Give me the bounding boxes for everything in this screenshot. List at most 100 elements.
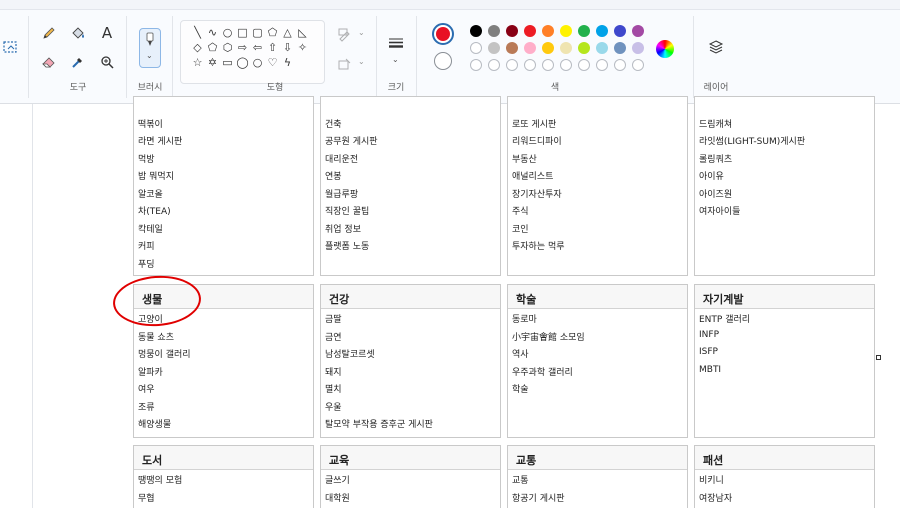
- board-link[interactable]: 우주과학 갤러리: [512, 365, 573, 378]
- heart-shape-icon[interactable]: ♡: [266, 56, 279, 69]
- color-swatch[interactable]: [560, 42, 572, 54]
- primary-color-selector[interactable]: [432, 23, 454, 45]
- board-link[interactable]: 여우: [138, 382, 155, 395]
- board-link[interactable]: 커피: [138, 239, 155, 252]
- custom-color-slot[interactable]: [506, 59, 518, 71]
- board-link[interactable]: 알코올: [138, 187, 163, 200]
- fill-icon[interactable]: [334, 53, 356, 75]
- color-swatch[interactable]: [506, 42, 518, 54]
- color-swatch[interactable]: [524, 25, 536, 37]
- color-swatch[interactable]: [614, 42, 626, 54]
- custom-color-slot[interactable]: [614, 59, 626, 71]
- color-swatch[interactable]: [596, 42, 608, 54]
- board-link[interactable]: 장기자산투자: [512, 187, 562, 200]
- fill-bucket-icon[interactable]: [67, 22, 89, 44]
- color-swatch[interactable]: [506, 25, 518, 37]
- board-link[interactable]: 칵테일: [138, 222, 163, 235]
- board-link[interactable]: 해양생물: [138, 417, 171, 430]
- stroke-size-icon[interactable]: [385, 32, 407, 54]
- board-link[interactable]: 부동산: [512, 152, 537, 165]
- board-link[interactable]: 로또 게시판: [512, 117, 556, 130]
- board-link[interactable]: ISFP: [699, 347, 718, 357]
- four-point-star-shape-icon[interactable]: ✧: [296, 41, 309, 54]
- board-link[interactable]: 여자아이들: [699, 204, 740, 217]
- board-link[interactable]: 학술: [512, 382, 529, 395]
- board-link[interactable]: 주식: [512, 204, 529, 217]
- curve-shape-icon[interactable]: ∿: [206, 26, 219, 39]
- custom-color-slot[interactable]: [596, 59, 608, 71]
- board-link[interactable]: 밥 뭐먹지: [138, 169, 174, 182]
- oval-shape-icon[interactable]: ○: [221, 26, 234, 39]
- color-swatch[interactable]: [614, 25, 626, 37]
- board-link[interactable]: 알파카: [138, 365, 163, 378]
- custom-color-slot[interactable]: [632, 59, 644, 71]
- color-swatch[interactable]: [632, 42, 644, 54]
- board-link[interactable]: 땡땡의 모험: [138, 473, 182, 486]
- color-swatch[interactable]: [596, 25, 608, 37]
- board-link[interactable]: 아이즈원: [699, 187, 732, 200]
- board-link[interactable]: 동물 쇼츠: [138, 330, 174, 343]
- board-link[interactable]: 교통: [512, 473, 529, 486]
- custom-color-slot[interactable]: [542, 59, 554, 71]
- board-link[interactable]: 드림캐쳐: [699, 117, 732, 130]
- board-link[interactable]: 아이유: [699, 169, 724, 182]
- line-shape-icon[interactable]: ╲: [191, 26, 204, 39]
- right-arrow-shape-icon[interactable]: ⇨: [236, 41, 249, 54]
- color-swatch[interactable]: [632, 25, 644, 37]
- board-link[interactable]: 라잇썸(LIGHT-SUM)게시판: [699, 134, 805, 147]
- board-link[interactable]: 애널리스트: [512, 169, 553, 182]
- board-link[interactable]: 무협: [138, 491, 155, 504]
- fill-dropdown-icon[interactable]: ⌄: [358, 57, 365, 66]
- color-swatch[interactable]: [488, 25, 500, 37]
- layers-icon[interactable]: [705, 36, 727, 58]
- board-link[interactable]: 역사: [512, 347, 529, 360]
- resize-handle[interactable]: [876, 355, 881, 360]
- board-link[interactable]: 건축: [325, 117, 342, 130]
- brush-button[interactable]: ⌄: [139, 28, 161, 68]
- custom-color-slot[interactable]: [488, 59, 500, 71]
- board-link[interactable]: 돼지: [325, 365, 342, 378]
- color-swatch[interactable]: [560, 25, 572, 37]
- custom-color-slot[interactable]: [578, 59, 590, 71]
- board-link[interactable]: 먹방: [138, 152, 155, 165]
- color-swatch[interactable]: [542, 25, 554, 37]
- board-link[interactable]: 플랫폼 노동: [325, 239, 369, 252]
- board-link[interactable]: 취업 정보: [325, 222, 361, 235]
- custom-color-slot[interactable]: [524, 59, 536, 71]
- polygon-shape-icon[interactable]: ⬠: [266, 26, 279, 39]
- five-point-star-shape-icon[interactable]: ☆: [191, 56, 204, 69]
- brush-dropdown-icon[interactable]: ⌄: [146, 51, 153, 60]
- lightning-shape-icon[interactable]: ϟ: [281, 56, 294, 69]
- board-link[interactable]: 롤링쿼츠: [699, 152, 732, 165]
- board-link[interactable]: 대리운전: [325, 152, 358, 165]
- board-link[interactable]: 멸치: [325, 382, 342, 395]
- color-swatch[interactable]: [488, 42, 500, 54]
- board-link[interactable]: 글쓰기: [325, 473, 350, 486]
- board-link[interactable]: 코인: [512, 222, 529, 235]
- board-link[interactable]: 멍뭉이 갤러리: [138, 347, 191, 360]
- custom-color-slot[interactable]: [560, 59, 572, 71]
- board-link[interactable]: 남성탈코르셋: [325, 347, 375, 360]
- board-link[interactable]: 떡볶이: [138, 117, 163, 130]
- color-swatch[interactable]: [470, 25, 482, 37]
- cloud-callout-shape-icon[interactable]: ○: [251, 56, 264, 69]
- rectangle-shape-icon[interactable]: □: [236, 26, 249, 39]
- eraser-icon[interactable]: [38, 51, 60, 73]
- color-picker-icon[interactable]: [67, 51, 89, 73]
- oval-callout-shape-icon[interactable]: ◯: [236, 56, 249, 69]
- board-link[interactable]: 동로마: [512, 312, 537, 325]
- board-link[interactable]: 금연: [325, 330, 342, 343]
- board-link[interactable]: 탈모약 부작용 증후군 게시판: [325, 417, 433, 430]
- color-swatch[interactable]: [470, 42, 482, 54]
- color-swatch[interactable]: [524, 42, 536, 54]
- board-link[interactable]: 차(TEA): [138, 204, 171, 217]
- board-link[interactable]: ENTP 갤러리: [699, 312, 750, 325]
- board-link[interactable]: 비키니: [699, 473, 724, 486]
- rounded-rectangle-shape-icon[interactable]: ▢: [251, 26, 264, 39]
- hexagon-shape-icon[interactable]: ⬡: [221, 41, 234, 54]
- outline-dropdown-icon[interactable]: ⌄: [358, 28, 365, 37]
- color-swatch[interactable]: [578, 42, 590, 54]
- board-link[interactable]: 여장남자: [699, 491, 732, 504]
- board-link[interactable]: 연봉: [325, 169, 342, 182]
- board-link[interactable]: 리워드디파이: [512, 134, 562, 147]
